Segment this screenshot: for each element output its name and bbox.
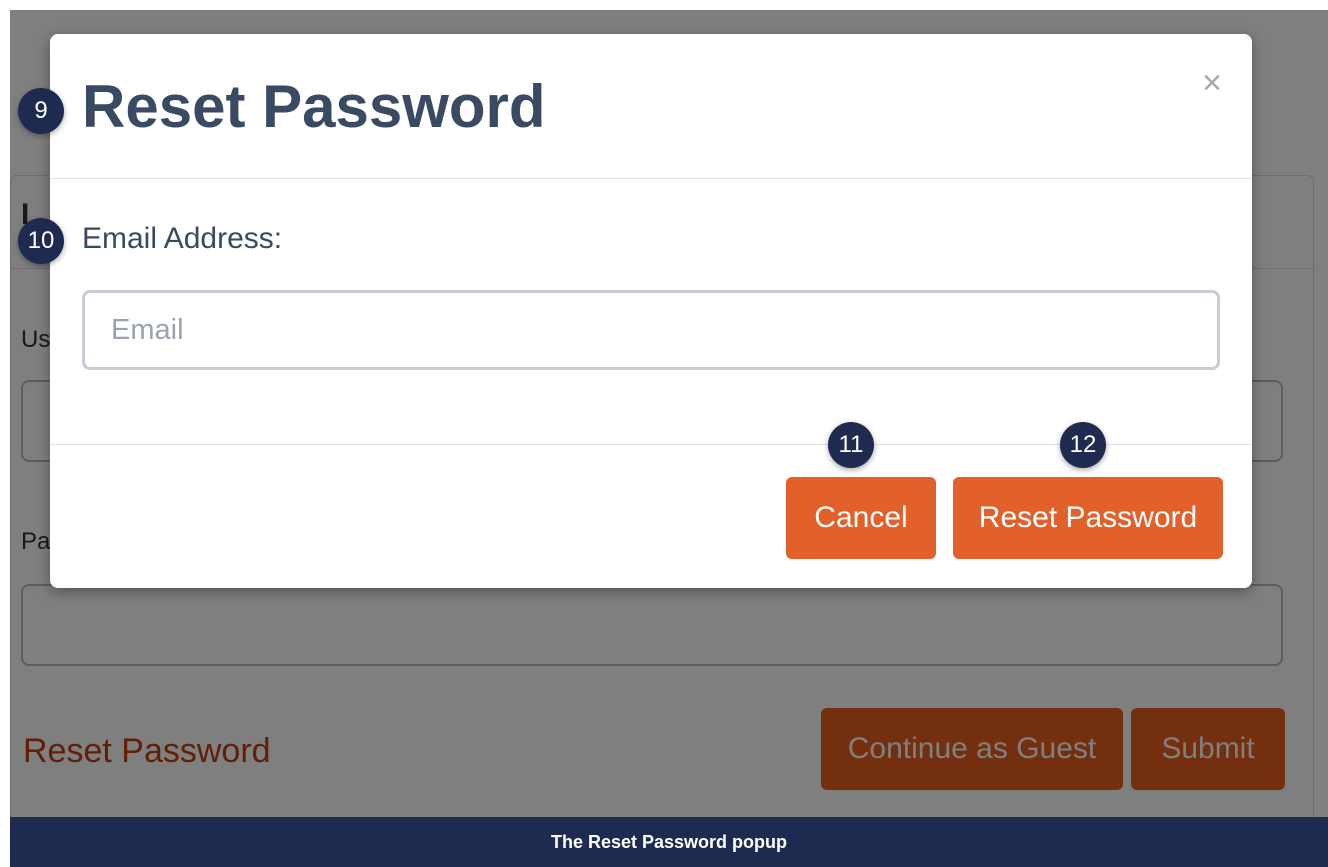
email-address-label: Email Address:: [82, 222, 283, 255]
callout-badge-12: 12: [1060, 422, 1106, 468]
caption-bar: The Reset Password popup: [10, 817, 1328, 867]
modal-title: Reset Password: [82, 73, 546, 140]
callout-badge-9: 9: [18, 88, 64, 134]
screenshot-frame: I Us Pa Reset Password Continue as Guest…: [10, 10, 1328, 818]
reset-password-modal: Reset Password × Email Address: Cancel R…: [50, 34, 1252, 588]
cancel-button[interactable]: Cancel: [786, 477, 936, 559]
email-input[interactable]: [82, 290, 1220, 370]
reset-password-button[interactable]: Reset Password: [953, 477, 1223, 559]
modal-header: Reset Password ×: [50, 34, 1252, 179]
caption-text: The Reset Password popup: [550, 831, 788, 852]
close-icon[interactable]: ×: [1202, 66, 1222, 100]
callout-badge-11: 11: [828, 422, 874, 468]
callout-badge-10: 10: [18, 218, 64, 264]
modal-footer: Cancel Reset Password: [50, 444, 1252, 589]
